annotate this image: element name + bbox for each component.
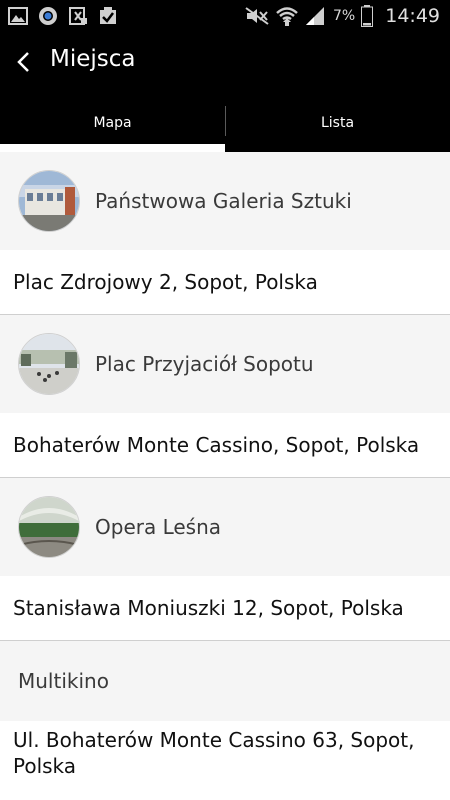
place-address[interactable]: Bohaterów Monte Cassino, Sopot, Polska <box>0 413 450 478</box>
list-item[interactable]: Państwowa Galeria Sztuki <box>0 152 450 250</box>
back-button[interactable] <box>6 44 42 80</box>
list-item[interactable]: Plac Przyjaciół Sopotu <box>0 315 450 413</box>
list-item[interactable]: Multikino <box>0 641 450 721</box>
app-bar: Miejsca <box>0 32 450 94</box>
places-list: Państwowa Galeria Sztuki Plac Zdrojowy 2… <box>0 152 450 785</box>
mute-icon <box>245 7 269 25</box>
tab-bar: Mapa Lista <box>0 94 450 152</box>
place-thumbnail <box>18 496 80 558</box>
place-name: Opera Leśna <box>95 515 222 539</box>
chevron-left-icon <box>17 52 29 72</box>
list-item[interactable]: Opera Leśna <box>0 478 450 576</box>
status-bar: 7% 14:49 <box>0 0 450 32</box>
page-title: Miejsca <box>50 46 136 72</box>
notification-icons <box>8 6 118 26</box>
place-thumbnail <box>18 333 80 395</box>
battery-icon <box>361 5 374 27</box>
place-address[interactable]: Stanisława Moniuszki 12, Sopot, Polska <box>0 576 450 641</box>
chrome-icon <box>39 7 57 25</box>
place-thumbnail <box>18 170 80 232</box>
place-name: Multikino <box>18 669 109 693</box>
place-address[interactable]: Ul. Bohaterów Monte Cassino 63, Sopot, P… <box>0 721 443 785</box>
battery-percent: 7% <box>333 8 356 24</box>
system-icons: 7% 14:49 <box>245 0 440 32</box>
gallery-icon <box>8 7 28 25</box>
signal-icon <box>306 7 325 25</box>
checklist-icon <box>100 7 116 24</box>
place-name: Państwowa Galeria Sztuki <box>95 189 352 213</box>
excel-icon <box>69 7 87 25</box>
place-name: Plac Przyjaciół Sopotu <box>95 352 314 376</box>
selected-tab-indicator <box>0 144 225 152</box>
clock: 14:49 <box>385 5 440 27</box>
wifi-icon <box>276 7 298 26</box>
place-address[interactable]: Plac Zdrojowy 2, Sopot, Polska <box>0 250 450 315</box>
tab-lista[interactable]: Lista <box>225 94 450 152</box>
